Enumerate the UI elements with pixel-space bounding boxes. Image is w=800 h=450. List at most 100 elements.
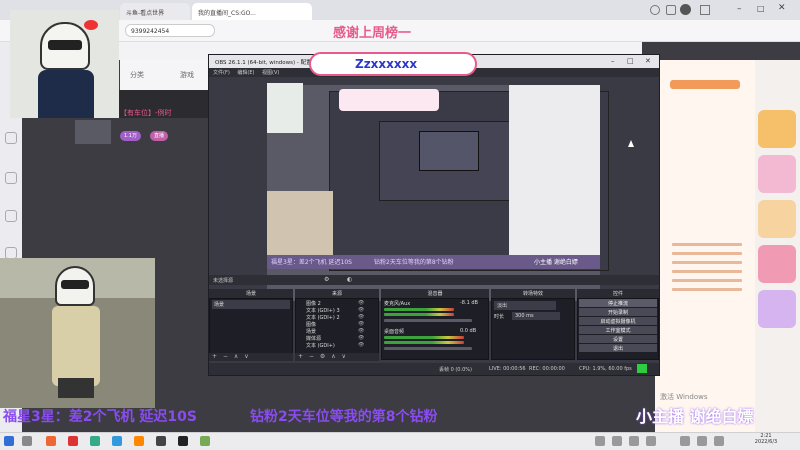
add-icon[interactable]: + (212, 353, 217, 360)
visor-shape (48, 40, 82, 50)
source-item[interactable]: 文本 (GDI+) 3 (306, 307, 340, 314)
streamer-avatar[interactable] (75, 120, 111, 144)
obs-minimize-icon[interactable]: – (611, 57, 615, 65)
source-item[interactable]: 场景 (306, 328, 316, 335)
obs-menu-item[interactable]: 文件(F) (213, 70, 230, 76)
duration-input[interactable]: 300 ms (512, 312, 560, 320)
preview-right-panel (509, 85, 600, 269)
menu-icon[interactable] (700, 5, 710, 15)
browser-tab[interactable]: 斗鱼-看点世界 (120, 3, 190, 20)
start-icon[interactable] (4, 436, 14, 446)
extension-icon[interactable] (666, 5, 676, 15)
activity-badge[interactable] (758, 110, 796, 148)
visibility-icon[interactable]: 👁 (358, 314, 364, 320)
browser-tab-active[interactable]: 我的直播间_CS:GO... (192, 3, 312, 20)
gear-icon[interactable]: ⚙ (320, 353, 325, 360)
url-input[interactable]: 9399242454 (125, 24, 215, 37)
scene-item[interactable]: 场景 (212, 300, 290, 309)
app-icon[interactable] (200, 436, 210, 446)
user-icon[interactable] (650, 5, 660, 15)
clock[interactable]: 2:21 2022/6/3 (748, 433, 784, 445)
source-item[interactable]: 图像 2 (306, 300, 321, 307)
volume-slider[interactable] (384, 319, 472, 322)
sources-dock: 图像 2 文本 (GDI+) 3 文本 (GDI+) 2 图像 场景 媒体源 文… (295, 298, 379, 360)
close-icon[interactable]: ✕ (778, 3, 786, 13)
app-icon[interactable] (134, 436, 144, 446)
move-down-icon[interactable]: ∨ (244, 353, 248, 360)
source-item[interactable]: 图像 (306, 321, 316, 328)
volume-meter (384, 313, 454, 316)
preview-camera-person (267, 191, 333, 256)
search-icon[interactable] (22, 436, 32, 446)
minimize-icon[interactable]: – (737, 4, 742, 14)
sidebar-home-icon[interactable] (5, 132, 17, 144)
start-recording-button[interactable]: 开始录制 (579, 308, 657, 316)
volume-meter (384, 341, 464, 344)
settings-button[interactable]: 设置 (579, 335, 657, 343)
move-down-icon[interactable]: ∨ (342, 353, 346, 360)
transition-select[interactable]: 淡出 (494, 301, 556, 310)
source-item[interactable]: 文本 (GDI+) (306, 342, 335, 349)
preview-camera-top (267, 83, 303, 133)
clock-date: 2022/6/3 (754, 439, 778, 445)
nav-item[interactable]: 游戏 (180, 70, 194, 80)
person-shape (52, 306, 100, 386)
volume-icon[interactable] (697, 436, 707, 446)
preview-banner (339, 89, 439, 111)
move-up-icon[interactable]: ∧ (331, 353, 335, 360)
wifi-icon[interactable] (680, 436, 690, 446)
visibility-icon[interactable]: 👁 (358, 335, 364, 341)
wps-icon[interactable] (68, 436, 78, 446)
obs-menu-item[interactable]: 视图(V) (262, 70, 279, 76)
volume-meter (384, 336, 464, 339)
studio-mode-button[interactable]: 工作室模式 (579, 326, 657, 334)
pc-client-button[interactable] (670, 80, 740, 89)
properties-icon[interactable]: ⚙ (324, 276, 329, 283)
dock-header-sources: 来源 (295, 289, 379, 298)
wechat-icon[interactable] (90, 436, 100, 446)
sidebar-game-icon[interactable] (5, 172, 17, 184)
volume-meter (384, 308, 454, 311)
source-item[interactable]: 媒体源 (306, 335, 321, 342)
visibility-icon[interactable]: 👁 (358, 300, 364, 306)
remove-icon[interactable]: − (309, 353, 314, 360)
tray-icon[interactable] (646, 436, 656, 446)
app-icon[interactable] (156, 436, 166, 446)
ime-icon[interactable] (714, 436, 724, 446)
obs-menu-item[interactable]: 编辑(E) (237, 70, 254, 76)
add-icon[interactable]: + (298, 353, 303, 360)
maximize-icon[interactable]: □ (757, 4, 765, 13)
nav-item[interactable]: 分类 (130, 70, 144, 80)
app-icon[interactable] (46, 436, 56, 446)
sidebar-follow-icon[interactable] (5, 210, 17, 222)
avatar[interactable] (680, 4, 691, 15)
obs-maximize-icon[interactable]: □ (627, 57, 634, 65)
visibility-icon[interactable]: 👁 (358, 307, 364, 313)
tray-icon[interactable] (629, 436, 639, 446)
mixer-track-level: -8.1 dB (460, 300, 478, 306)
activity-badge[interactable] (758, 200, 796, 238)
virtual-camera-button[interactable]: 启动虚拟摄像机 (579, 317, 657, 325)
mouse-cursor-icon (628, 140, 634, 147)
source-item[interactable]: 文本 (GDI+) 2 (306, 314, 340, 321)
activity-badge[interactable] (758, 290, 796, 328)
obs-close-icon[interactable]: ✕ (645, 57, 651, 65)
activity-badge[interactable] (758, 245, 796, 283)
filters-icon[interactable]: ◐ (347, 276, 352, 283)
activity-badge[interactable] (758, 155, 796, 193)
move-up-icon[interactable]: ∧ (234, 353, 238, 360)
tray-icon[interactable] (595, 436, 605, 446)
duration-label: 时长 (494, 314, 505, 320)
tray-icon[interactable] (612, 436, 622, 446)
visibility-icon[interactable]: 👁 (358, 328, 364, 334)
visibility-icon[interactable]: 👁 (358, 342, 364, 348)
chat-line (672, 279, 742, 282)
obs-icon[interactable] (178, 436, 188, 446)
visibility-icon[interactable]: 👁 (358, 321, 364, 327)
banner-name: Zzxxxxxx (355, 57, 418, 71)
stop-streaming-button[interactable]: 停止推流 (579, 299, 657, 307)
volume-slider[interactable] (384, 347, 472, 350)
browser-icon[interactable] (112, 436, 122, 446)
exit-button[interactable]: 退出 (579, 344, 657, 352)
remove-icon[interactable]: − (223, 353, 228, 360)
